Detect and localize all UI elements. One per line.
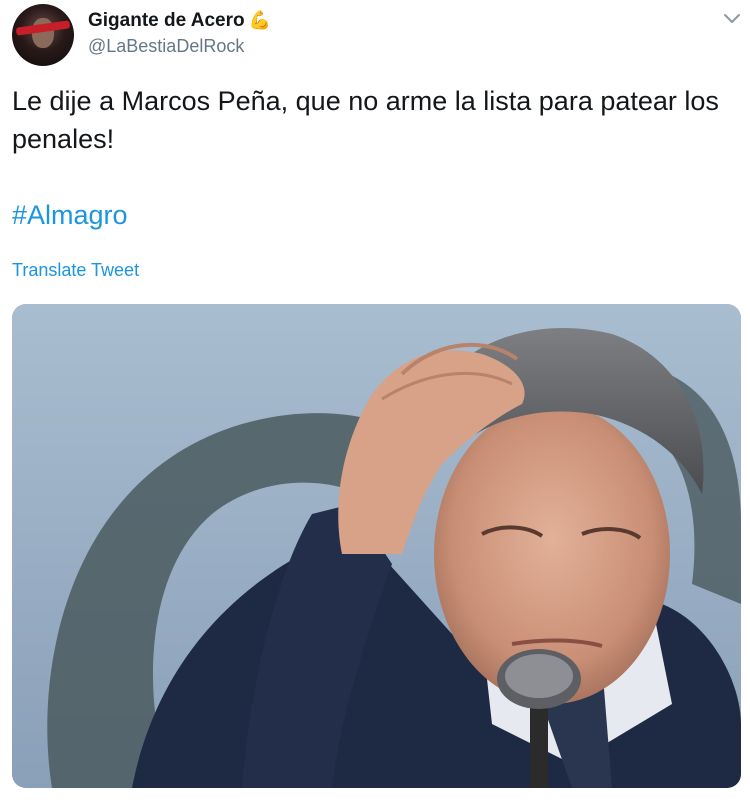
- translate-tweet-link[interactable]: Translate Tweet: [12, 260, 139, 281]
- chevron-down-icon: [724, 14, 740, 23]
- photo-illustration: [12, 304, 741, 788]
- flexed-biceps-icon: 💪: [248, 10, 272, 30]
- tweet-card: Gigante de Acero 💪 @LaBestiaDelRock Le di…: [0, 0, 750, 803]
- display-name-text: Gigante de Acero: [88, 10, 245, 31]
- tweet-text: Le dije a Marcos Peña, que no arme la li…: [12, 86, 719, 154]
- hashtag-link[interactable]: #Almagro: [12, 196, 128, 234]
- tweet-menu-button[interactable]: [720, 8, 744, 30]
- author-handle[interactable]: @LaBestiaDelRock: [88, 36, 244, 57]
- author-display-name[interactable]: Gigante de Acero 💪: [88, 10, 271, 32]
- author-avatar[interactable]: [12, 4, 74, 66]
- tweet-media-photo[interactable]: [12, 304, 741, 788]
